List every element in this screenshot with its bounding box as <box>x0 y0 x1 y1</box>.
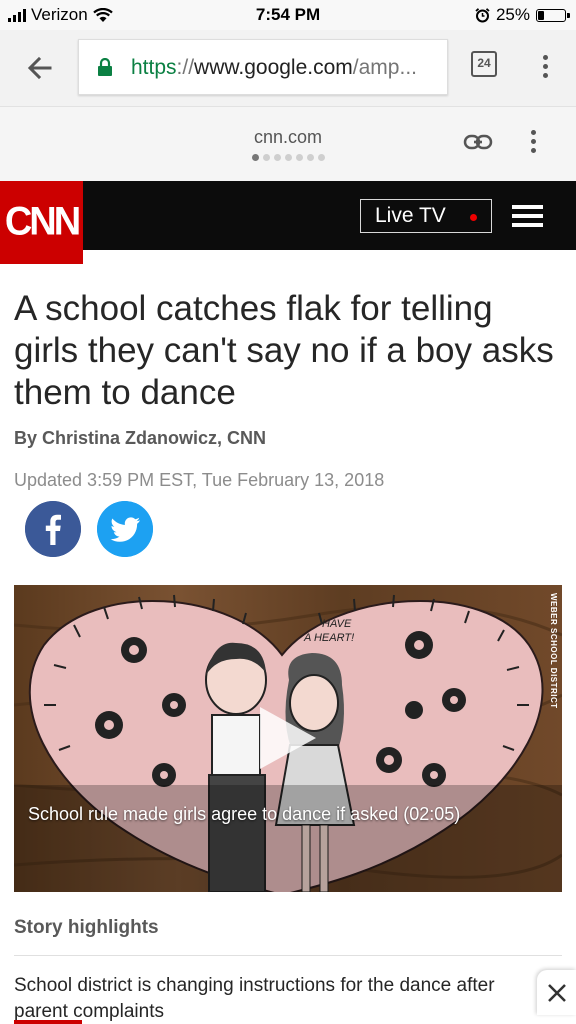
highlight-item: School district is changing instructions… <box>14 975 495 1022</box>
amp-header: cnn.com <box>0 106 576 182</box>
hamburger-menu-icon[interactable] <box>512 205 543 229</box>
cnn-header: CNN Live TV <box>0 181 576 264</box>
page-dot <box>317 154 325 161</box>
back-arrow-icon[interactable] <box>22 50 58 86</box>
heart-text-have: HAVE <box>322 618 352 630</box>
close-icon <box>548 984 566 1002</box>
cnn-logo[interactable]: CNN <box>0 181 83 264</box>
browser-menu-icon[interactable] <box>536 52 554 80</box>
page-dot <box>284 154 292 161</box>
live-tv-label: Live TV <box>375 204 446 227</box>
heart-text-a-heart: A HEART! <box>303 632 354 644</box>
live-indicator-icon <box>470 214 477 221</box>
lock-icon <box>98 58 112 76</box>
divider <box>14 955 562 956</box>
facebook-icon[interactable] <box>25 501 81 557</box>
battery-fill <box>538 10 544 20</box>
red-accent-strip <box>14 1020 82 1024</box>
article-timestamp: Updated 3:59 PM EST, Tue February 13, 20… <box>14 470 385 490</box>
play-icon[interactable] <box>256 703 320 773</box>
video-player[interactable]: HAVE A HEART! WEBER SCHOOL DISTRICT Scho… <box>14 585 562 892</box>
live-tv-button[interactable]: Live TV <box>360 199 492 233</box>
url-field[interactable]: https://www.google.com/amp... <box>78 39 448 95</box>
url-path: /amp... <box>352 56 417 79</box>
battery-icon <box>536 8 570 22</box>
link-icon[interactable] <box>463 132 493 152</box>
tab-switcher-button[interactable]: 24 <box>471 51 497 77</box>
cnn-logo-text: CNN <box>4 199 81 245</box>
close-button[interactable] <box>537 970 576 1015</box>
battery-percent: 25% <box>495 5 530 24</box>
article-byline: By Christina Zdanowicz, CNN <box>14 428 267 448</box>
story-highlights-title: Story highlights <box>14 917 159 938</box>
page-dot <box>295 154 303 161</box>
url-text: https://www.google.com/amp... <box>131 56 441 80</box>
video-watermark: WEBER SCHOOL DISTRICT <box>549 593 558 709</box>
url-separator: :// <box>176 56 195 79</box>
amp-page-dots <box>0 154 576 161</box>
page-dot <box>306 154 314 161</box>
page-dot <box>273 154 281 161</box>
browser-toolbar: https://www.google.com/amp... 24 <box>0 30 576 106</box>
status-bar: Verizon 7:54 PM 25% <box>0 0 576 30</box>
url-scheme: https <box>131 56 177 79</box>
status-right: 25% <box>475 5 570 25</box>
alarm-icon <box>475 7 490 22</box>
page-dot <box>262 154 270 161</box>
article-headline: A school catches flak for telling girls … <box>14 289 554 412</box>
twitter-icon[interactable] <box>97 501 153 557</box>
video-caption: School rule made girls agree to dance if… <box>28 804 461 824</box>
url-host: www.google.com <box>194 56 353 79</box>
page-dot <box>251 154 259 161</box>
amp-menu-icon[interactable] <box>524 128 542 156</box>
